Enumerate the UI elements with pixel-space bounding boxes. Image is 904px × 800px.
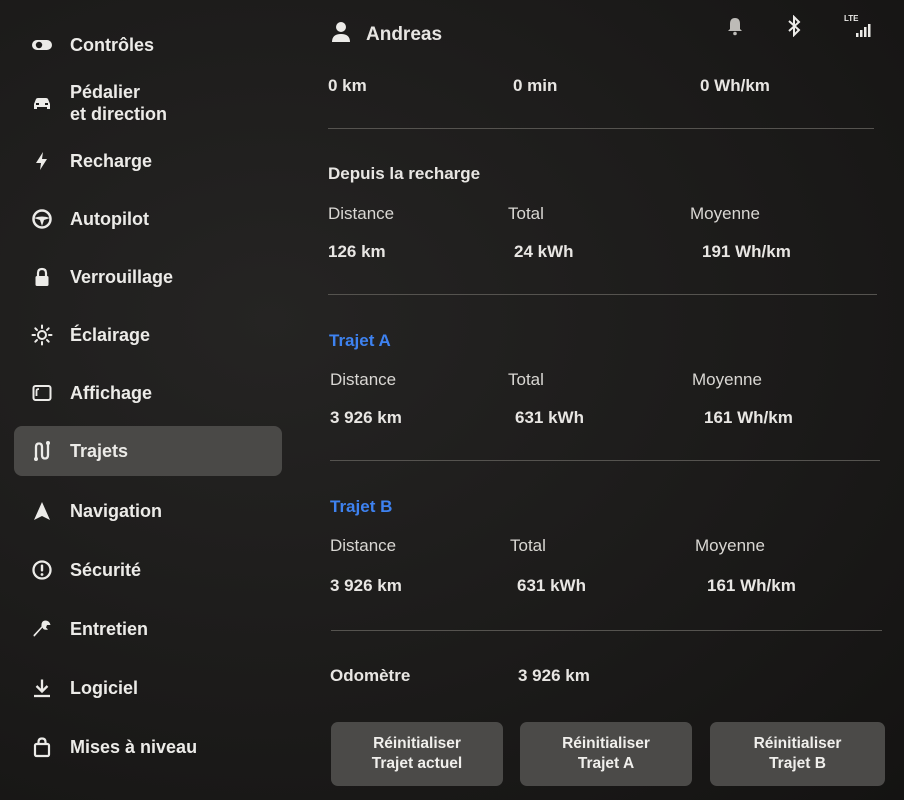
divider (328, 128, 874, 129)
sidebar-item-label: Sécurité (70, 560, 142, 580)
sidebar-item-label: Recharge (70, 151, 153, 171)
display-icon (14, 382, 70, 404)
sidebar-item-securite[interactable]: Sécurité (14, 545, 282, 595)
current-duration: 0 min (513, 76, 558, 95)
distance-label: Distance (330, 370, 397, 389)
current-average: 0 Wh/km (700, 76, 770, 95)
sidebar-item-label: Entretien (70, 619, 149, 639)
sidebar-item-controles[interactable]: Contrôles (14, 20, 282, 70)
distance-label: Distance (328, 204, 395, 223)
alert-circle-icon (14, 559, 70, 581)
sidebar-item-label: Verrouillage (70, 267, 174, 287)
sidebar-item-logiciel[interactable]: Logiciel (14, 663, 282, 713)
total-label: Total (508, 204, 544, 223)
status-bar: LTE (684, 14, 874, 37)
trip-a-values: 3 926 km 631 kWh 161 Wh/km (330, 408, 890, 432)
trip-b-headers: Distance Total Moyenne (330, 536, 890, 560)
average-label: Moyenne (692, 370, 762, 389)
bluetooth-icon[interactable] (786, 14, 802, 37)
distance-label: Distance (330, 536, 397, 555)
since-charge-distance: 126 km (328, 242, 386, 261)
sidebar-item-label: Logiciel (70, 678, 139, 698)
car-icon (14, 92, 70, 114)
odometer-label: Odomètre (330, 666, 411, 685)
sidebar-item-navigation[interactable]: Navigation (14, 486, 282, 536)
sun-icon (14, 324, 70, 346)
since-charge-values: 126 km 24 kWh 191 Wh/km (328, 242, 888, 266)
total-label: Total (508, 370, 544, 389)
trip-b-distance: 3 926 km (330, 576, 402, 595)
sidebar-item-label: Autopilot (70, 209, 149, 229)
trips-icon (14, 440, 70, 462)
steering-wheel-icon (14, 208, 70, 230)
since-charge-total: 24 kWh (514, 242, 574, 261)
total-label: Total (510, 536, 546, 555)
average-label: Moyenne (695, 536, 765, 555)
divider (328, 294, 877, 295)
sidebar: Contrôles Pédalier et direction Recharge… (0, 0, 300, 800)
trip-a-total: 631 kWh (515, 408, 584, 427)
sidebar-item-pedalier[interactable]: Pédalier et direction (14, 78, 282, 128)
divider (331, 630, 882, 631)
sidebar-item-label: Mises à niveau (70, 737, 198, 757)
odometer-value: 3 926 km (518, 666, 590, 685)
reset-current-trip-button[interactable]: Réinitialiser Trajet actuel (331, 722, 503, 786)
divider (330, 460, 880, 461)
signal-icon: LTE (844, 14, 874, 37)
reset-trip-b-button[interactable]: Réinitialiser Trajet B (710, 722, 885, 786)
network-type: LTE (844, 14, 859, 23)
toggle-icon (14, 34, 70, 56)
trip-a-title: Trajet A (329, 331, 391, 350)
trip-b-total: 631 kWh (517, 576, 586, 595)
sidebar-item-label: Éclairage (70, 325, 151, 345)
sidebar-item-trajets[interactable]: Trajets (14, 426, 282, 476)
trip-a-distance: 3 926 km (330, 408, 402, 427)
bell-icon[interactable] (726, 16, 744, 36)
current-distance: 0 km (328, 76, 367, 95)
sidebar-item-label: Navigation (70, 501, 163, 521)
trip-a-headers: Distance Total Moyenne (330, 370, 890, 394)
current-trip-row: 0 km 0 min 0 Wh/km (328, 76, 888, 100)
sidebar-item-recharge[interactable]: Recharge (14, 136, 282, 186)
since-charge-title: Depuis la recharge (328, 164, 481, 183)
user-name: Andreas (366, 23, 443, 45)
sidebar-item-label: Affichage (70, 383, 153, 403)
shopping-bag-icon (14, 736, 70, 758)
odometer-row: Odomètre 3 926 km (330, 666, 890, 690)
trip-a-average: 161 Wh/km (704, 408, 793, 427)
sidebar-item-label: Contrôles (70, 35, 155, 55)
download-icon (14, 677, 70, 699)
sidebar-item-verrouillage[interactable]: Verrouillage (14, 252, 282, 302)
user-icon (330, 20, 352, 49)
sidebar-item-affichage[interactable]: Affichage (14, 368, 282, 418)
user-profile[interactable]: Andreas (330, 20, 442, 49)
average-label: Moyenne (690, 204, 760, 223)
trip-b-average: 161 Wh/km (707, 576, 796, 595)
sidebar-item-entretien[interactable]: Entretien (14, 604, 282, 654)
since-charge-headers: Distance Total Moyenne (328, 204, 888, 228)
sidebar-item-mises-a-niveau[interactable]: Mises à niveau (14, 722, 282, 772)
wrench-icon (14, 618, 70, 640)
lightning-icon (14, 150, 70, 172)
navigation-icon (14, 500, 70, 522)
sidebar-item-autopilot[interactable]: Autopilot (14, 194, 282, 244)
trip-b-title: Trajet B (330, 497, 393, 516)
sidebar-item-label: Trajets (70, 441, 129, 461)
since-charge-average: 191 Wh/km (702, 242, 791, 261)
lock-icon (14, 266, 70, 288)
trip-b-values: 3 926 km 631 kWh 161 Wh/km (330, 576, 890, 600)
sidebar-item-eclairage[interactable]: Éclairage (14, 310, 282, 360)
sidebar-item-label: Pédalier et direction (70, 82, 168, 124)
reset-trip-a-button[interactable]: Réinitialiser Trajet A (520, 722, 692, 786)
